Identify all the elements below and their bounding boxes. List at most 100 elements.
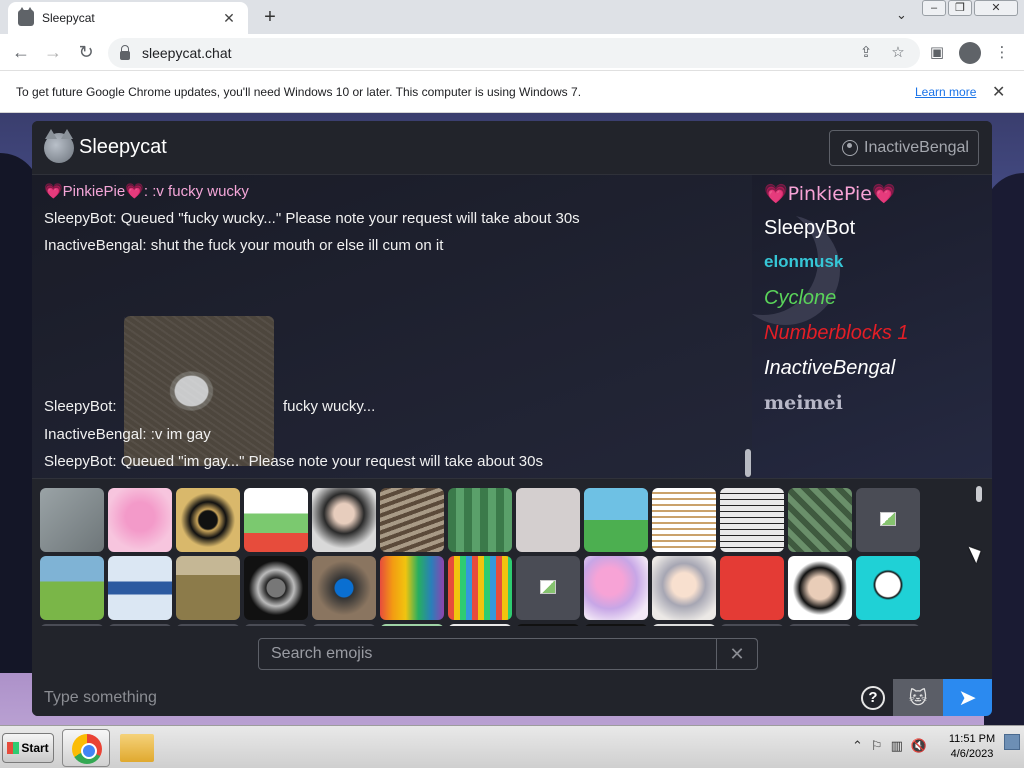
- emoji-item[interactable]: [448, 624, 512, 626]
- chat-message: InactiveBengal: shut the fuck your mouth…: [44, 237, 444, 254]
- emoji-item[interactable]: [108, 488, 172, 552]
- user-list-item[interactable]: Cyclone: [764, 287, 836, 310]
- chat-message-caption: fucky wucky...: [283, 398, 376, 415]
- chat-message: SleepyBot: Queued "im gay..." Please not…: [44, 453, 543, 470]
- close-window-button[interactable]: ✕: [974, 0, 1018, 16]
- cat-logo-icon: [44, 129, 74, 163]
- emoji-item[interactable]: [244, 556, 308, 620]
- browser-toolbar: ← → ↻ sleepycat.chat ⇪ ☆ ▣ ⋮: [0, 34, 1024, 71]
- emoji-item[interactable]: [40, 556, 104, 620]
- tab-search-chevron-icon[interactable]: ⌄: [896, 7, 907, 23]
- emoji-item[interactable]: [108, 624, 172, 626]
- side-panel-icon[interactable]: ▣: [927, 43, 947, 61]
- current-user-button[interactable]: InactiveBengal: [829, 130, 979, 166]
- new-tab-button[interactable]: +: [258, 6, 282, 29]
- hamster-image: [124, 316, 274, 466]
- emoji-item[interactable]: [380, 488, 444, 552]
- chrome-icon: [72, 734, 102, 764]
- emoji-item[interactable]: [720, 624, 784, 626]
- share-icon[interactable]: ⇪: [856, 43, 876, 61]
- app-header: Sleepycat InactiveBengal: [32, 121, 992, 175]
- emoji-item[interactable]: [584, 556, 648, 620]
- emoji-item[interactable]: [108, 556, 172, 620]
- emoji-item[interactable]: [176, 556, 240, 620]
- emoji-item[interactable]: [652, 556, 716, 620]
- chat-log: 💗PinkiePie💗: :v fucky wucky SleepyBot: Q…: [32, 175, 752, 478]
- emoji-item[interactable]: [516, 488, 580, 552]
- emoji-grid: [40, 488, 960, 626]
- maximize-button[interactable]: ❐: [948, 0, 972, 16]
- emoji-item[interactable]: [448, 556, 512, 620]
- emoji-item[interactable]: [652, 488, 716, 552]
- windows-flag-icon: [7, 742, 20, 754]
- kebab-menu-icon[interactable]: ⋮: [992, 43, 1012, 61]
- forward-arrow-icon[interactable]: →: [42, 42, 64, 63]
- learn-more-link[interactable]: Learn more: [915, 85, 976, 99]
- help-icon[interactable]: ?: [861, 686, 885, 710]
- reload-icon[interactable]: ↻: [75, 42, 97, 63]
- emoji-item[interactable]: [380, 624, 444, 626]
- send-button[interactable]: ➤: [943, 679, 992, 716]
- url-text: sleepycat.chat: [142, 45, 232, 61]
- message-input[interactable]: Type something: [32, 679, 852, 716]
- emoji-item[interactable]: [244, 488, 308, 552]
- profile-avatar-icon[interactable]: [959, 42, 981, 64]
- show-desktop-icon[interactable]: [1004, 734, 1020, 750]
- emoji-scrollbar[interactable]: [976, 486, 982, 502]
- emoji-search-input[interactable]: Search emojis: [258, 638, 758, 670]
- chrome-taskbar-button[interactable]: [62, 729, 110, 767]
- emoji-item[interactable]: [788, 556, 852, 620]
- file-explorer-icon[interactable]: [120, 734, 154, 762]
- action-center-flag-icon[interactable]: ⚐: [871, 738, 883, 754]
- user-list-item[interactable]: meimei: [764, 392, 843, 414]
- cat-favicon-icon: [18, 7, 34, 26]
- chat-scrollbar[interactable]: [745, 449, 751, 477]
- clear-search-icon[interactable]: ✕: [716, 638, 758, 670]
- emoji-item[interactable]: [448, 488, 512, 552]
- emoji-item[interactable]: [312, 556, 376, 620]
- current-user-name: InactiveBengal: [864, 139, 969, 156]
- emoji-item[interactable]: [788, 488, 852, 552]
- chat-message: 💗PinkiePie💗: :v fucky wucky: [44, 183, 249, 200]
- emoji-item[interactable]: [312, 488, 376, 552]
- close-tab-icon[interactable]: ✕: [220, 10, 238, 27]
- user-list-item[interactable]: SleepyBot: [764, 217, 855, 240]
- user-list-item[interactable]: 💗PinkiePie💗: [764, 182, 896, 205]
- emoji-item[interactable]: [584, 488, 648, 552]
- emoji-item[interactable]: [652, 624, 716, 626]
- emoji-item[interactable]: [40, 624, 104, 626]
- emoji-item[interactable]: [244, 624, 308, 626]
- user-list-item[interactable]: InactiveBengal: [764, 357, 895, 380]
- lock-icon: [120, 44, 130, 60]
- emoji-item[interactable]: [788, 624, 852, 626]
- emoji-item[interactable]: [516, 624, 580, 626]
- broken-image-icon[interactable]: [856, 488, 920, 552]
- emoji-item[interactable]: [40, 488, 104, 552]
- emoji-item[interactable]: [856, 624, 920, 626]
- emoji-item[interactable]: [176, 624, 240, 626]
- user-circle-icon: [842, 140, 858, 156]
- network-icon[interactable]: ▥: [891, 738, 903, 754]
- start-button[interactable]: Start: [2, 733, 54, 763]
- emoji-item[interactable]: [584, 624, 648, 626]
- clock[interactable]: 11:51 PM 4/6/2023: [947, 732, 997, 762]
- broken-image-icon[interactable]: [516, 556, 580, 620]
- infobar-message: To get future Google Chrome updates, you…: [16, 85, 582, 99]
- volume-muted-icon[interactable]: 🔇: [911, 738, 927, 754]
- bookmark-star-icon[interactable]: ☆: [888, 43, 908, 61]
- emoji-item[interactable]: [176, 488, 240, 552]
- cat-emoji-button[interactable]: 🐱: [893, 679, 943, 716]
- address-bar[interactable]: sleepycat.chat: [108, 38, 920, 68]
- emoji-item[interactable]: [312, 624, 376, 626]
- minimize-button[interactable]: –: [922, 0, 946, 16]
- tab-sleepycat[interactable]: Sleepycat ✕: [8, 2, 248, 34]
- emoji-item[interactable]: [720, 556, 784, 620]
- emoji-item[interactable]: [380, 556, 444, 620]
- show-hidden-icons-icon[interactable]: ⌃: [852, 738, 863, 754]
- close-infobar-icon[interactable]: ✕: [992, 82, 1005, 102]
- user-list-item[interactable]: elonmusk: [764, 252, 843, 272]
- user-list-item[interactable]: Numberblocks 1: [764, 322, 909, 345]
- emoji-item[interactable]: [856, 556, 920, 620]
- emoji-item[interactable]: [720, 488, 784, 552]
- back-arrow-icon[interactable]: ←: [10, 42, 32, 63]
